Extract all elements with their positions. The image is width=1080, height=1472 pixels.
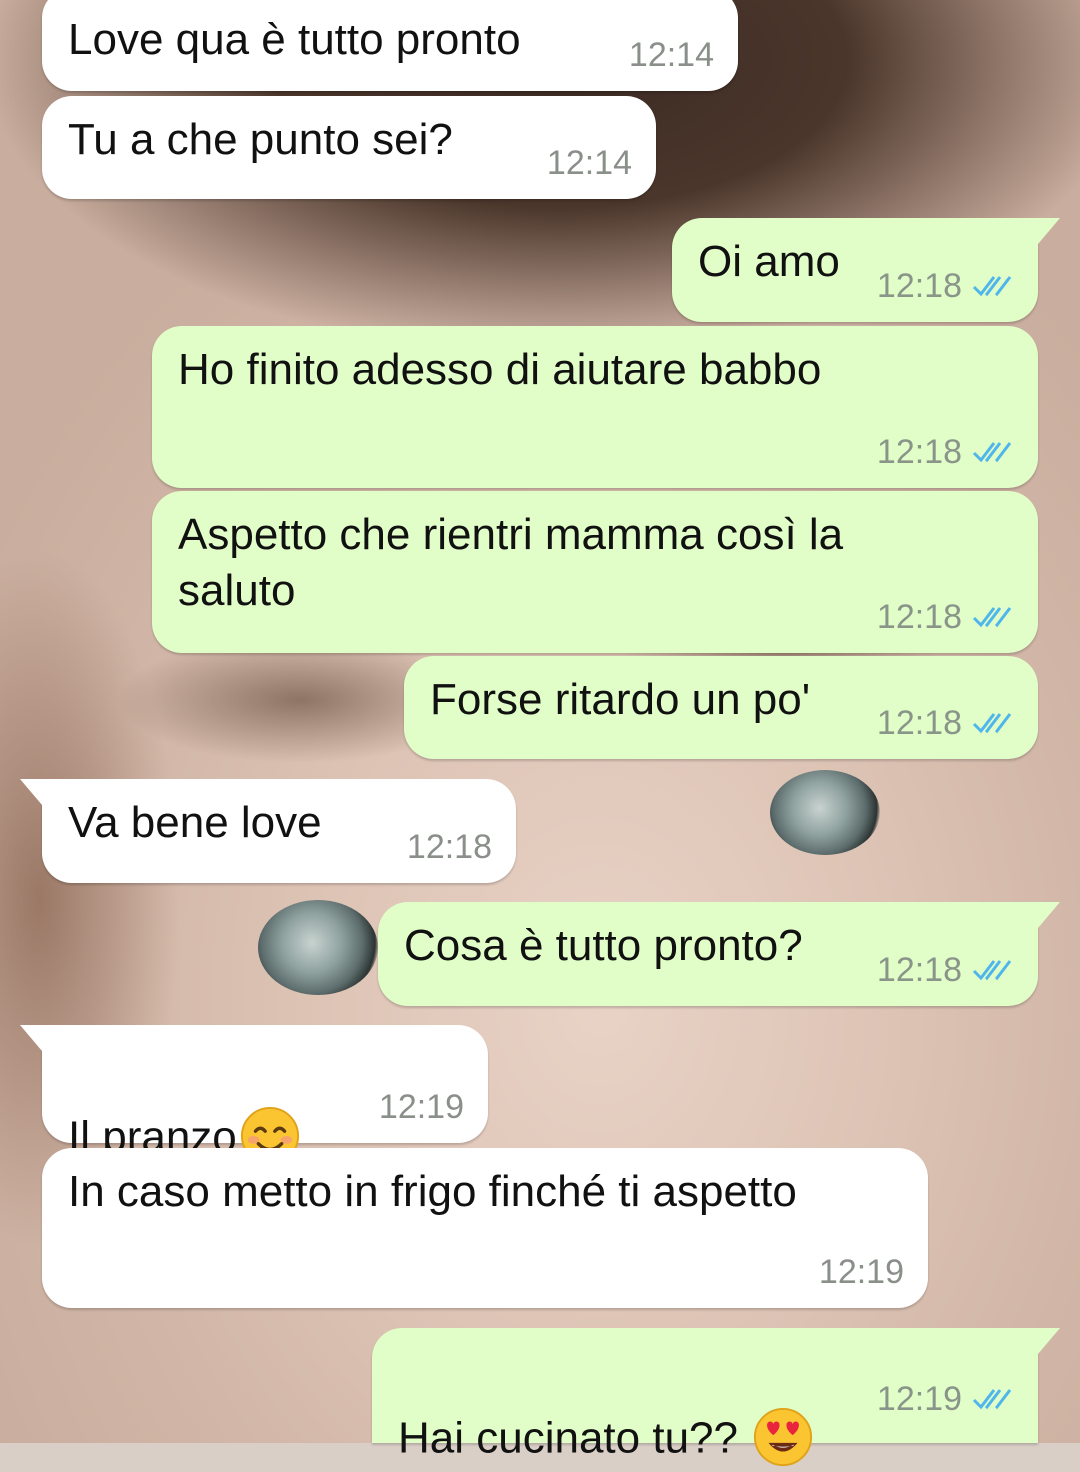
incoming-message[interactable]: Tu a che punto sei? 12:14: [42, 96, 656, 199]
message-text: Oi amo: [698, 237, 840, 286]
outgoing-message[interactable]: Oi amo 12:18: [672, 218, 1060, 322]
message-time: 12:18: [876, 267, 962, 305]
outgoing-message[interactable]: Hai cucinato tu?? 12:19: [372, 1328, 1060, 1467]
message-text: Cosa è tutto pronto?: [404, 921, 803, 970]
incoming-message[interactable]: Love qua è tutto pronto 12:14: [42, 0, 738, 91]
message-time: 12:18: [876, 433, 962, 471]
message-meta: 12:14: [547, 135, 632, 191]
message-meta: 12:18: [877, 942, 1014, 998]
message-time: 12:14: [628, 36, 714, 74]
message-meta: 12:18: [877, 424, 1014, 480]
message-time: 12:19: [818, 1253, 904, 1291]
message-time: 12:18: [406, 828, 492, 866]
message-text: Love qua è tutto pronto: [68, 15, 521, 64]
outgoing-message[interactable]: Cosa è tutto pronto? 12:18: [378, 902, 1060, 1006]
message-time: 12:18: [876, 704, 962, 742]
message-text: Hai cucinato tu??: [398, 1354, 814, 1472]
message-time: 12:19: [378, 1088, 464, 1126]
message-meta: 12:18: [877, 589, 1014, 645]
outgoing-message[interactable]: Forse ritardo un po' 12:18: [404, 656, 1038, 759]
read-receipt-icon: [972, 442, 1012, 463]
message-time: 12:14: [546, 144, 632, 182]
message-time: 12:19: [876, 1380, 962, 1418]
message-time: 12:18: [876, 951, 962, 989]
message-text: Va bene love: [68, 798, 322, 847]
read-receipt-icon: [972, 607, 1012, 628]
message-text: Aspetto che rientri mamma così la saluto: [178, 510, 844, 615]
heart-eyes-face-icon: [754, 1407, 813, 1467]
incoming-message[interactable]: In caso metto in frigo finché ti aspetto…: [42, 1148, 928, 1308]
message-text: Ho finito adesso di aiutare babbo: [178, 345, 822, 394]
read-receipt-icon: [972, 276, 1012, 297]
message-meta: 12:19: [877, 1371, 1014, 1427]
message-time: 12:18: [876, 598, 962, 636]
message-meta: 12:19: [379, 1079, 464, 1135]
incoming-message[interactable]: Il pranzo 12:19: [20, 1025, 488, 1166]
message-meta: 12:14: [629, 27, 714, 83]
incoming-message[interactable]: Va bene love 12:18: [20, 779, 516, 883]
read-receipt-icon: [972, 1389, 1012, 1410]
message-text: Forse ritardo un po': [430, 675, 811, 724]
outgoing-message[interactable]: Aspetto che rientri mamma così la saluto…: [152, 491, 1038, 653]
message-meta: 12:19: [819, 1244, 904, 1300]
message-meta: 12:18: [877, 695, 1014, 751]
message-meta: 12:18: [877, 258, 1014, 314]
read-receipt-icon: [972, 960, 1012, 981]
message-list[interactable]: Love qua è tutto pronto 12:14 Tu a che p…: [0, 0, 1080, 1467]
message-text-content: Hai cucinato tu??: [398, 1413, 738, 1463]
read-receipt-icon: [972, 713, 1012, 734]
outgoing-message[interactable]: Ho finito adesso di aiutare babbo 12:18: [152, 326, 1038, 488]
message-text: In caso metto in frigo finché ti aspetto: [68, 1167, 797, 1216]
message-text: Tu a che punto sei?: [68, 115, 453, 164]
message-meta: 12:18: [407, 819, 492, 875]
